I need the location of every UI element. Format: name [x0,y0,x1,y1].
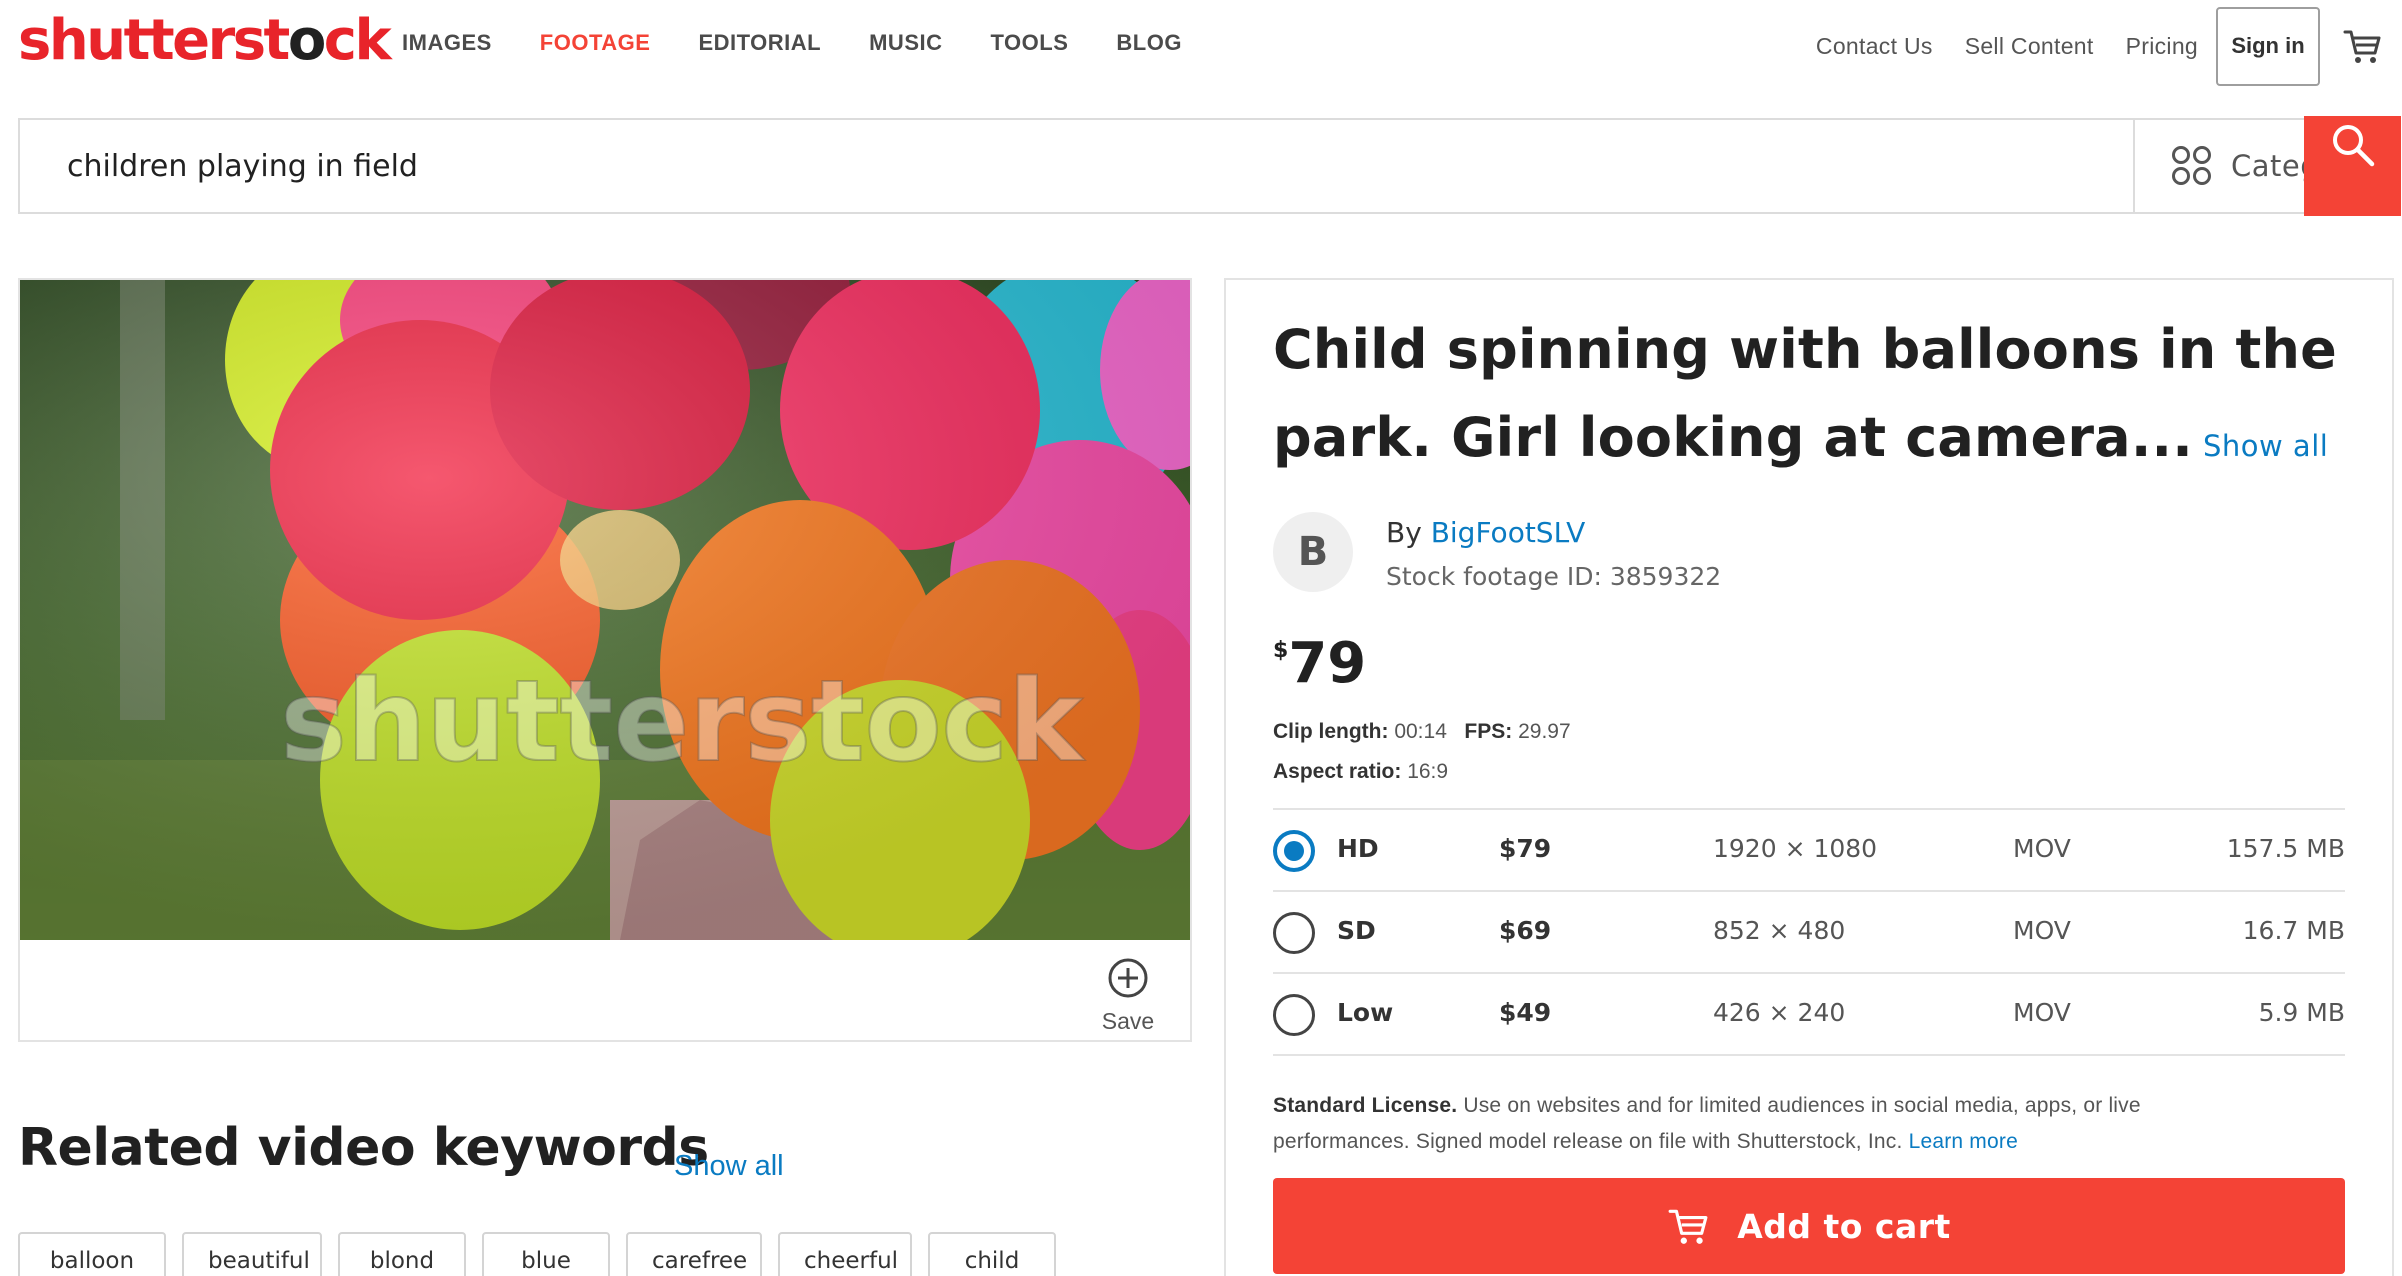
clip-price: $79 [1273,632,1366,696]
search-input[interactable] [20,120,2133,212]
format-resolution: 1920 × 1080 [1713,834,1878,863]
grid-circles-icon [2172,146,2211,185]
save-label: Save [1101,1008,1155,1034]
clip-title: Child spinning with balloons in the park… [1273,306,2373,490]
cart-icon[interactable] [2332,16,2392,76]
clip-length-value: 00:14 [1394,720,1447,743]
nav-images[interactable]: IMAGES [402,30,492,56]
format-radio-hd[interactable] [1273,830,1315,872]
fps-value: 29.97 [1518,720,1571,743]
top-navigation: shutterstock IMAGES FOOTAGE EDITORIAL MU… [0,0,2402,92]
add-to-cart-button[interactable]: Add to cart [1273,1178,2345,1274]
account-nav: Contact Us Sell Content Pricing Sign in [1816,0,2402,92]
contributor-byline: By BigFootSLV [1386,516,1585,549]
format-radio-sd[interactable] [1273,912,1315,954]
keyword-chip[interactable]: carefree [626,1232,762,1276]
cart-icon [1668,1209,1708,1244]
by-label: By [1386,516,1422,549]
clip-details-panel: Child spinning with balloons in the park… [1224,278,2394,1276]
stock-footage-id: Stock footage ID: 3859322 [1386,562,1722,591]
format-filesize: 157.5 MB [2226,834,2345,863]
title-show-all-link[interactable]: Show all [2203,429,2328,463]
keyword-chip[interactable]: blue [482,1232,610,1276]
keyword-chip[interactable]: balloon [18,1232,166,1276]
pricing-link[interactable]: Pricing [2126,33,2198,60]
format-filetype: MOV [2013,998,2071,1027]
nav-footage[interactable]: FOOTAGE [540,30,651,56]
format-price: $69 [1499,916,1552,945]
aspect-ratio-value: 16:9 [1407,760,1449,783]
format-resolution: 852 × 480 [1713,916,1846,945]
keyword-list: balloon beautiful blond blue carefree ch… [18,1232,1072,1276]
format-price: $49 [1499,998,1552,1027]
format-filesize: 5.9 MB [2258,998,2345,1027]
fps-label: FPS: [1464,720,1513,743]
format-price: $79 [1499,834,1552,863]
clip-meta-row-2: Aspect ratio: 16:9 [1273,760,1448,784]
format-option-low[interactable]: Low $49 426 × 240 MOV 5.9 MB [1273,974,2345,1056]
price-amount: 79 [1288,631,1367,696]
format-name: HD [1337,834,1379,863]
search-bar: Categories [18,116,2401,216]
nav-editorial[interactable]: EDITORIAL [698,30,821,56]
related-keywords-heading: Related video keywords [18,1118,709,1178]
clip-meta-row-1: Clip length: 00:14 FPS: 29.97 [1273,720,1571,744]
keyword-chip[interactable]: cheerful [778,1232,912,1276]
format-filesize: 16.7 MB [2242,916,2345,945]
nav-blog[interactable]: BLOG [1116,30,1182,56]
aspect-ratio-label: Aspect ratio: [1273,760,1402,783]
contact-us-link[interactable]: Contact Us [1816,33,1933,60]
video-preview-card: shutterstock Save [18,278,1192,1042]
plus-circle-icon [1108,958,1148,998]
nav-music[interactable]: MUSIC [869,30,942,56]
save-button[interactable]: Save [1098,956,1158,1035]
format-name: Low [1337,998,1394,1027]
format-option-sd[interactable]: SD $69 852 × 480 MOV 16.7 MB [1273,892,2345,974]
video-watermark: shutterstock [280,657,1085,787]
contributor-link[interactable]: BigFootSLV [1431,516,1586,549]
price-currency: $ [1273,638,1289,663]
format-radio-low[interactable] [1273,994,1315,1036]
search-button[interactable] [2304,116,2401,216]
license-info: Standard License. Use on websites and fo… [1273,1088,2273,1160]
search-icon [2332,125,2374,167]
keyword-chip[interactable]: child [928,1232,1056,1276]
add-to-cart-label: Add to cart [1737,1206,1951,1246]
logo-o-glyph: o [287,8,326,73]
related-show-all-link[interactable]: Show all [674,1150,784,1183]
clip-length-label: Clip length: [1273,720,1389,743]
format-filetype: MOV [2013,834,2071,863]
main-nav: IMAGES FOOTAGE EDITORIAL MUSIC TOOLS BLO… [402,30,1230,56]
format-resolution: 426 × 240 [1713,998,1846,1027]
format-options: HD $79 1920 × 1080 MOV 157.5 MB SD $69 8… [1273,808,2345,1056]
format-filetype: MOV [2013,916,2071,945]
sell-content-link[interactable]: Sell Content [1965,33,2094,60]
keyword-chip[interactable]: beautiful [182,1232,322,1276]
nav-tools[interactable]: TOOLS [991,30,1069,56]
learn-more-link[interactable]: Learn more [1909,1130,2018,1153]
shutterstock-logo[interactable]: shutterstock [18,6,392,76]
clip-title-text: Child spinning with balloons in the park… [1273,318,2337,469]
license-title: Standard License. [1273,1094,1458,1117]
sign-in-button[interactable]: Sign in [2216,6,2320,86]
video-player[interactable]: shutterstock [20,280,1190,940]
format-name: SD [1337,916,1376,945]
keyword-chip[interactable]: blond [338,1232,466,1276]
contributor-avatar[interactable]: B [1273,512,1353,592]
format-option-hd[interactable]: HD $79 1920 × 1080 MOV 157.5 MB [1273,810,2345,892]
